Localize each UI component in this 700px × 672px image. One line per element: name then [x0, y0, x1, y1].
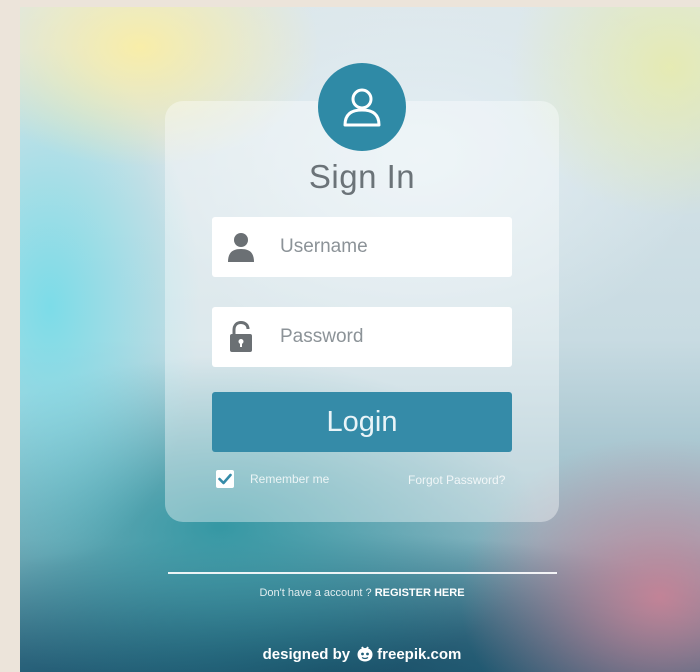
- remember-me[interactable]: Remember me: [216, 470, 329, 488]
- freepik-logo-icon: [356, 646, 374, 663]
- username-input[interactable]: [280, 217, 500, 277]
- login-button[interactable]: Login: [212, 392, 512, 452]
- credit-line: designed by freepik.com: [165, 646, 559, 663]
- lock-icon: [226, 321, 256, 353]
- page: Sign In Login Remember me: [0, 0, 700, 672]
- credit-prefix: designed by: [262, 646, 351, 663]
- check-icon: [218, 473, 232, 485]
- register-link[interactable]: REGISTER HERE: [375, 587, 465, 599]
- remember-label: Remember me: [250, 472, 330, 486]
- register-prompt: Don't have a account ? REGISTER HERE: [165, 587, 559, 599]
- user-icon: [226, 231, 256, 263]
- remember-checkbox[interactable]: [216, 470, 234, 488]
- register-prompt-text: Don't have a account ?: [259, 587, 375, 599]
- user-outline-icon: [343, 88, 381, 127]
- credit-brand: freepik.com: [377, 646, 462, 663]
- password-field[interactable]: [212, 307, 512, 367]
- divider: [168, 572, 557, 574]
- username-field[interactable]: [212, 217, 512, 277]
- forgot-password-link[interactable]: Forgot Password?: [408, 473, 505, 487]
- page-title: Sign In: [308, 158, 416, 195]
- avatar-icon: [318, 63, 406, 151]
- password-input[interactable]: [280, 307, 500, 367]
